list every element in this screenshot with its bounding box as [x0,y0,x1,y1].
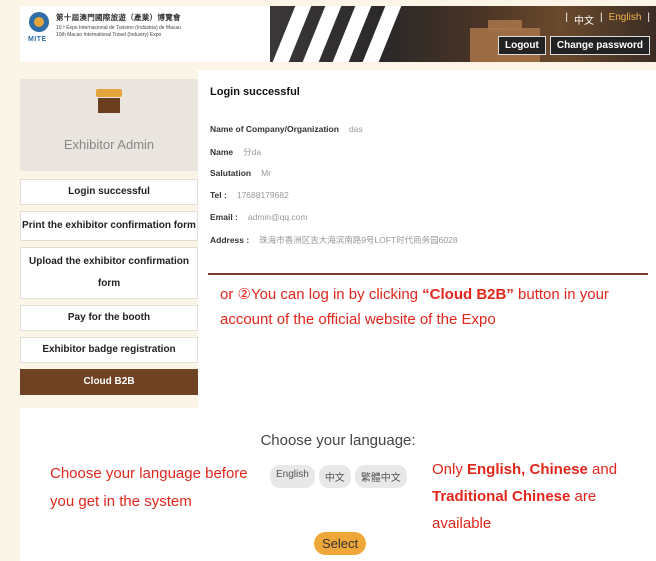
field-email: Email : admin@qq.com [210,212,308,222]
divider [208,273,648,275]
header-buttons: Logout Change password [497,36,650,55]
sidebar: Exhibitor Admin Login successful Print t… [20,79,198,395]
field-tel: Tel :17688179682 [210,190,289,200]
language-options: English 中文 繁體中文 [270,465,407,488]
logo-text: 第十屆澳門國際旅遊（產業）博覽會 10.ª Expo Internacional… [56,12,181,38]
lang-english-link[interactable]: English [609,12,642,27]
main-panel: Login successful Name of Company/Organiz… [198,70,656,408]
field-salutation: Salutation Mr [210,168,272,178]
field-company: Name of Company/Organization das [210,124,363,134]
logo-title-en: 10th Macao International Travel (Industr… [56,32,162,38]
language-instruction-right: Only English, Chinese and Traditional Ch… [432,461,618,532]
lang-option-traditional-chinese[interactable]: 繁體中文 [354,465,407,488]
logout-button[interactable]: Logout [497,36,546,55]
language-links: | 中文 | English | [565,12,650,27]
booth-icon [96,89,122,113]
language-picker: Choose your language: Choose your langua… [20,408,656,561]
sidebar-item-pay-booth[interactable]: Pay for the booth [20,305,198,331]
exhibitor-admin-panel: Exhibitor Admin [20,79,198,171]
field-address: Address : 珠海市香洲区吉大海滨南路9号LOFT时代商务园6028 [210,235,458,245]
sidebar-item-badge-registration[interactable]: Exhibitor badge registration [20,337,198,363]
logo-title-pt: 10.ª Expo Internacional de Turismo (Indú… [56,25,181,31]
lang-option-chinese[interactable]: 中文 [318,465,351,488]
sidebar-title: Exhibitor Admin [63,137,155,152]
language-picker-title: Choose your language: [260,432,416,449]
logo-title-cn: 第十屆澳門國際旅遊（產業）博覽會 [56,13,181,22]
lang-chinese-link[interactable]: 中文 [574,12,594,27]
change-password-button[interactable]: Change password [549,36,650,55]
field-name: Name 分da [210,147,262,157]
sidebar-item-login-successful[interactable]: Login successful [20,179,198,205]
cloud-b2b-instruction: or ②You can log in by clicking “Cloud B2… [220,286,609,328]
sidebar-item-print-confirmation[interactable]: Print the exhibitor confirmation form [20,211,198,241]
page-title: Login successful [210,86,300,98]
lang-option-english[interactable]: English [270,465,315,488]
sidebar-item-cloud-b2b[interactable]: Cloud B2B [20,369,198,395]
language-instruction-left: Choose your language before you get in t… [50,465,248,510]
mite-logo-icon: MITE [28,12,50,48]
header-banner: | 中文 | English | Logout Change password [270,6,656,62]
header: MITE 第十屆澳門國際旅遊（產業）博覽會 10.ª Expo Internac… [20,6,656,62]
sidebar-item-upload-confirmation[interactable]: Upload the exhibitor confirmation form [20,247,198,299]
select-button[interactable]: Select [314,532,367,555]
